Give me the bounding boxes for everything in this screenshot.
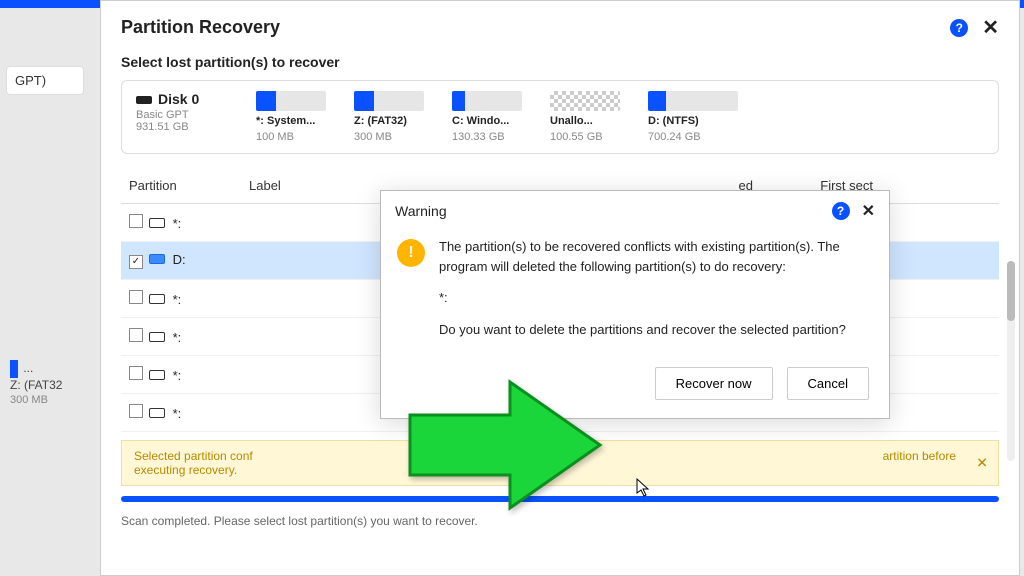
recover-now-button[interactable]: Recover now — [655, 367, 773, 400]
row-checkbox[interactable]: ✓ — [129, 255, 143, 269]
partition-bar[interactable]: Z: (FAT32)300 MB — [354, 91, 434, 143]
disk-type: Basic GPT — [136, 109, 236, 121]
row-checkbox[interactable] — [129, 366, 143, 380]
partition-bar[interactable]: *: System...100 MB — [256, 91, 336, 143]
dialog-close-icon[interactable]: ✕ — [862, 201, 875, 221]
cursor-icon — [636, 478, 652, 503]
warning-bar-close-icon[interactable]: ✕ — [976, 454, 988, 471]
window-title: Partition Recovery — [121, 17, 280, 38]
window-subtitle: Select lost partition(s) to recover — [101, 48, 1019, 80]
row-checkbox[interactable] — [129, 404, 143, 418]
disk-name: Disk 0 — [158, 91, 199, 107]
dialog-help-icon[interactable]: ? — [832, 202, 850, 220]
partition-bar[interactable]: D: (NTFS)700.24 GB — [648, 91, 738, 143]
partition-bar[interactable]: Unallo...100.55 GB — [550, 91, 630, 143]
arrow-annotation — [400, 370, 610, 520]
dialog-message: The partition(s) to be recovered conflic… — [439, 237, 873, 351]
scrollbar[interactable] — [1007, 261, 1015, 461]
drive-icon — [149, 332, 165, 342]
drive-icon — [149, 254, 165, 264]
partition-bar[interactable]: C: Windo...130.33 GB — [452, 91, 532, 143]
dialog-title: Warning — [395, 203, 447, 219]
cancel-button[interactable]: Cancel — [787, 367, 869, 400]
help-icon[interactable]: ? — [950, 19, 968, 37]
row-checkbox[interactable] — [129, 290, 143, 304]
bg-gpt-label: GPT) — [6, 66, 84, 95]
row-checkbox[interactable] — [129, 328, 143, 342]
drive-icon — [149, 408, 165, 418]
drive-icon — [149, 218, 165, 228]
disk-overview: Disk 0 Basic GPT 931.51 GB *: System...1… — [121, 80, 999, 154]
drive-icon — [149, 294, 165, 304]
close-icon[interactable]: ✕ — [982, 15, 999, 40]
drive-icon — [149, 370, 165, 380]
disk-icon — [136, 96, 152, 104]
bg-z-partition: ... Z: (FAT32 300 MB — [10, 360, 62, 406]
disk-size: 931.51 GB — [136, 121, 236, 133]
row-checkbox[interactable] — [129, 214, 143, 228]
warning-icon: ! — [397, 239, 425, 267]
